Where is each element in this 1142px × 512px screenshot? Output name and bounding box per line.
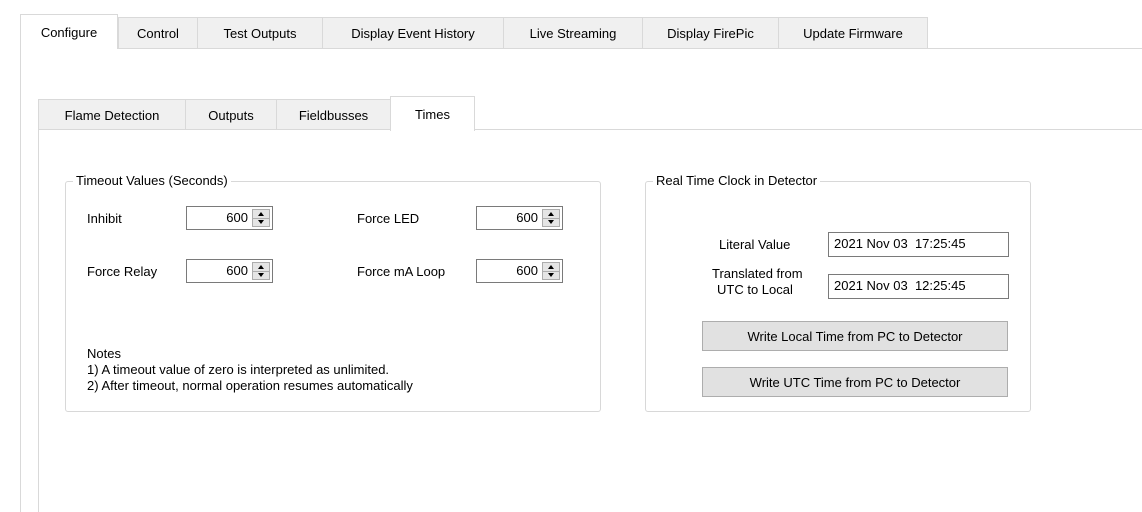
notes-title: Notes (87, 346, 121, 361)
force-relay-label: Force Relay (87, 264, 158, 279)
translated-label-line2: UTC to Local (717, 282, 793, 297)
tab-times-label: Times (415, 106, 450, 122)
translated-label-line1: Translated from (712, 266, 803, 281)
tab-fieldbusses[interactable]: Fieldbusses (276, 99, 391, 130)
clock-group-title: Real Time Clock in Detector (653, 173, 821, 188)
force-led-spinner[interactable]: 600 (476, 206, 563, 230)
tab-display-firepic-label: Display FirePic (667, 25, 754, 41)
force-ma-loop-label: Force mA Loop (357, 264, 446, 279)
tab-control[interactable]: Control (118, 17, 198, 48)
note-1: 1) A timeout value of zero is interprete… (87, 362, 390, 377)
tab-configure-label: Configure (40, 24, 98, 40)
translated-value-text: 2021 Nov 03 12:25:45 (834, 278, 966, 293)
force-ma-loop-down-icon[interactable] (543, 271, 559, 279)
force-relay-spin-buttons (252, 262, 270, 280)
force-ma-loop-spinner[interactable]: 600 (476, 259, 563, 283)
tab-test-outputs[interactable]: Test Outputs (197, 17, 323, 48)
tab-fieldbusses-label: Fieldbusses (298, 107, 369, 123)
tab-display-event-history-label: Display Event History (351, 25, 475, 41)
tab-flame-detection[interactable]: Flame Detection (38, 99, 186, 130)
force-led-value: 600 (516, 210, 538, 225)
write-utc-time-label: Write UTC Time from PC to Detector (749, 374, 961, 390)
note-2: 2) After timeout, normal operation resum… (87, 378, 413, 393)
tab-display-firepic[interactable]: Display FirePic (642, 17, 779, 48)
tab-update-firmware-label: Update Firmware (803, 25, 903, 41)
tab-configure[interactable]: Configure (20, 14, 118, 49)
tab-live-streaming-label: Live Streaming (529, 25, 617, 41)
force-ma-loop-spin-buttons (542, 262, 560, 280)
tab-outputs[interactable]: Outputs (185, 99, 277, 130)
tab-outputs-label: Outputs (208, 107, 254, 123)
force-relay-value: 600 (226, 263, 248, 278)
inhibit-spinner[interactable]: 600 (186, 206, 273, 230)
inhibit-label: Inhibit (87, 211, 122, 226)
tab-display-event-history[interactable]: Display Event History (322, 17, 504, 48)
literal-value-text: 2021 Nov 03 17:25:45 (834, 236, 966, 251)
tab-control-label: Control (137, 25, 179, 41)
force-led-label: Force LED (357, 211, 420, 226)
inhibit-down-icon[interactable] (253, 218, 269, 226)
inhibit-value: 600 (226, 210, 248, 225)
force-relay-down-icon[interactable] (253, 271, 269, 279)
tab-live-streaming[interactable]: Live Streaming (503, 17, 643, 48)
write-local-time-label: Write Local Time from PC to Detector (747, 328, 963, 344)
tab-test-outputs-label: Test Outputs (223, 25, 297, 41)
literal-value-field[interactable]: 2021 Nov 03 17:25:45 (828, 232, 1009, 257)
inhibit-spin-buttons (252, 209, 270, 227)
write-utc-time-button[interactable]: Write UTC Time from PC to Detector (702, 367, 1008, 397)
translated-value-field[interactable]: 2021 Nov 03 12:25:45 (828, 274, 1009, 299)
force-led-down-icon[interactable] (543, 218, 559, 226)
force-relay-spinner[interactable]: 600 (186, 259, 273, 283)
tab-update-firmware[interactable]: Update Firmware (778, 17, 928, 48)
timeout-group-title: Timeout Values (Seconds) (73, 173, 231, 188)
force-led-spin-buttons (542, 209, 560, 227)
literal-value-label: Literal Value (719, 237, 791, 252)
tab-times[interactable]: Times (390, 96, 475, 131)
write-local-time-button[interactable]: Write Local Time from PC to Detector (702, 321, 1008, 351)
force-ma-loop-value: 600 (516, 263, 538, 278)
tab-flame-detection-label: Flame Detection (64, 107, 160, 123)
